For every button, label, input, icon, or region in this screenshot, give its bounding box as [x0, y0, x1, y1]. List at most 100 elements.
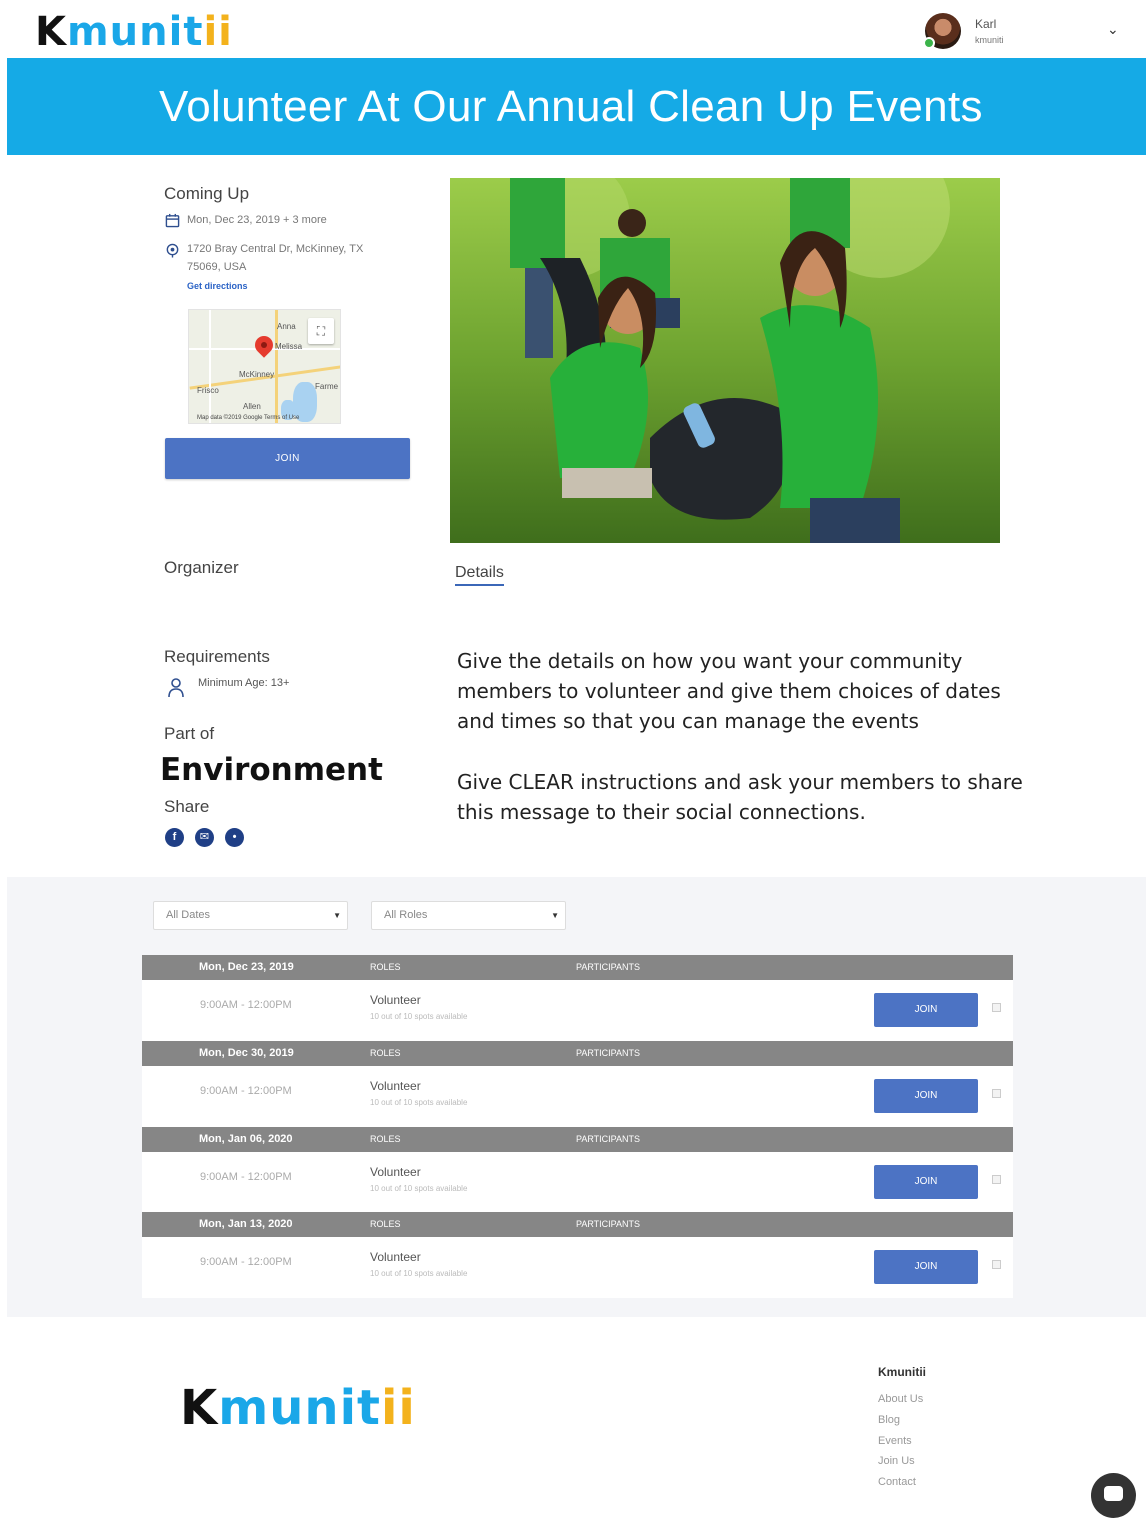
facebook-icon[interactable]: f: [165, 828, 184, 847]
dates-filter-select[interactable]: All Dates ▼: [153, 901, 348, 930]
roles-filter-select[interactable]: All Roles ▼: [371, 901, 566, 930]
messenger-icon[interactable]: ✉: [195, 828, 214, 847]
part-of-label: Part of: [164, 724, 215, 743]
twitter-icon[interactable]: •: [225, 828, 244, 847]
category-name[interactable]: Environment: [160, 752, 383, 788]
map-label: Frisco: [197, 386, 219, 395]
event-address-line2: 75069, USA: [187, 261, 247, 273]
page: Kmunitii Karl kmuniti ⌄ Volunteer At Our…: [0, 0, 1146, 1518]
shift-role: Volunteer: [370, 1250, 421, 1264]
caret-down-icon: ▼: [333, 911, 341, 920]
header-logo[interactable]: Kmunitii: [35, 10, 233, 54]
description-paragraph: Give CLEAR instructions and ask your mem…: [457, 770, 1023, 824]
event-address-line1: 1720 Bray Central Dr, McKinney, TX: [187, 243, 364, 255]
schedule-group: Mon, Jan 13, 2020 ROLES PARTICIPANTS 9:0…: [142, 1212, 1013, 1298]
map-label: McKinney: [239, 370, 275, 379]
coming-up-label: Coming Up: [164, 184, 250, 203]
description-paragraph: Give the details on how you want your co…: [457, 649, 1001, 733]
join-shift-button[interactable]: JOIN: [874, 1250, 978, 1284]
join-shift-button[interactable]: JOIN: [874, 1165, 978, 1199]
dates-filter-value: All Dates: [166, 909, 211, 921]
map-label: Melissa: [275, 342, 303, 351]
top-bar: Kmunitii Karl kmuniti ⌄: [7, 4, 1146, 58]
map-marker-icon[interactable]: [251, 332, 277, 358]
footer-link-about[interactable]: About Us: [878, 1393, 923, 1405]
map-label: Allen: [243, 402, 261, 411]
map-attribution: Map data ©2019 Google Terms of Use: [197, 415, 300, 421]
schedule-section: All Dates ▼ All Roles ▼ Mon, Dec 23, 201…: [7, 877, 1146, 1317]
join-shift-button[interactable]: JOIN: [874, 1079, 978, 1113]
location-pin-icon: [166, 243, 179, 258]
event-photo: [450, 178, 1000, 543]
user-org: kmuniti: [975, 35, 1004, 45]
shift-time: 9:00AM - 12:00PM: [200, 1171, 292, 1183]
schedule-row: 9:00AM - 12:00PM Volunteer 10 out of 10 …: [142, 1152, 1013, 1213]
event-map[interactable]: Anna Melissa McKinney Frisco Farme Allen…: [188, 309, 341, 424]
get-directions-link[interactable]: Get directions: [187, 281, 248, 291]
shift-role: Volunteer: [370, 993, 421, 1007]
roles-filter-value: All Roles: [384, 909, 428, 921]
tab-details[interactable]: Details: [455, 564, 504, 586]
shift-checkbox[interactable]: [992, 1175, 1001, 1184]
map-road: [209, 310, 211, 423]
shift-role: Volunteer: [370, 1165, 421, 1179]
shift-time: 9:00AM - 12:00PM: [200, 999, 292, 1011]
schedule-date: Mon, Jan 06, 2020: [199, 1133, 293, 1145]
roles-header: ROLES: [370, 962, 401, 972]
shift-checkbox[interactable]: [992, 1003, 1001, 1012]
schedule-date: Mon, Dec 23, 2019: [199, 961, 294, 973]
map-label: Farme: [315, 382, 339, 391]
shift-role: Volunteer: [370, 1079, 421, 1093]
user-name: Karl: [975, 17, 997, 31]
shift-spots: 10 out of 10 spots available: [370, 1012, 468, 1021]
footer-column-title: Kmunitii: [878, 1365, 926, 1379]
schedule-date: Mon, Jan 13, 2020: [199, 1218, 293, 1230]
volunteers-image: [450, 178, 1000, 543]
schedule-group: Mon, Dec 30, 2019 ROLES PARTICIPANTS 9:0…: [142, 1041, 1013, 1127]
footer-link-blog[interactable]: Blog: [878, 1414, 900, 1426]
footer-link-contact[interactable]: Contact: [878, 1476, 916, 1488]
schedule-group-header: Mon, Dec 23, 2019 ROLES PARTICIPANTS: [142, 955, 1013, 980]
shift-time: 9:00AM - 12:00PM: [200, 1256, 292, 1268]
schedule-row: 9:00AM - 12:00PM Volunteer 10 out of 10 …: [142, 1066, 1013, 1127]
map-label: Anna: [277, 322, 296, 331]
schedule-group-header: Mon, Jan 06, 2020 ROLES PARTICIPANTS: [142, 1127, 1013, 1152]
calendar-icon: [165, 213, 180, 228]
schedule-date: Mon, Dec 30, 2019: [199, 1047, 294, 1059]
user-menu[interactable]: Karl kmuniti ⌄: [923, 13, 1135, 53]
schedule-group-header: Mon, Dec 30, 2019 ROLES PARTICIPANTS: [142, 1041, 1013, 1066]
join-shift-button[interactable]: JOIN: [874, 993, 978, 1027]
page-title: Volunteer At Our Annual Clean Up Events: [159, 82, 983, 131]
shift-checkbox[interactable]: [992, 1089, 1001, 1098]
minimum-age: Minimum Age: 13+: [198, 677, 290, 689]
shift-time: 9:00AM - 12:00PM: [200, 1085, 292, 1097]
shift-spots: 10 out of 10 spots available: [370, 1098, 468, 1107]
chevron-down-icon[interactable]: ⌄: [1107, 21, 1119, 38]
schedule-group: Mon, Jan 06, 2020 ROLES PARTICIPANTS 9:0…: [142, 1127, 1013, 1213]
shift-spots: 10 out of 10 spots available: [370, 1184, 468, 1193]
participants-header: PARTICIPANTS: [576, 962, 641, 972]
share-label: Share: [164, 797, 210, 816]
shift-checkbox[interactable]: [992, 1260, 1001, 1269]
requirements-label: Requirements: [164, 647, 270, 666]
footer-logo[interactable]: Kmunitii: [180, 1380, 416, 1436]
footer-link-join[interactable]: Join Us: [878, 1455, 915, 1467]
participants-header: PARTICIPANTS: [576, 1134, 641, 1144]
event-date: Mon, Dec 23, 2019 + 3 more: [187, 214, 327, 226]
caret-down-icon: ▼: [551, 911, 559, 920]
person-icon: [168, 678, 184, 698]
organizer-label: Organizer: [164, 558, 239, 577]
schedule-group-header: Mon, Jan 13, 2020 ROLES PARTICIPANTS: [142, 1212, 1013, 1237]
event-description: Give the details on how you want your co…: [457, 646, 1027, 858]
schedule-row: 9:00AM - 12:00PM Volunteer 10 out of 10 …: [142, 1237, 1013, 1298]
shift-spots: 10 out of 10 spots available: [370, 1269, 468, 1278]
fullscreen-icon[interactable]: ⛶: [308, 318, 334, 344]
footer-link-events[interactable]: Events: [878, 1435, 912, 1447]
schedule-row: 9:00AM - 12:00PM Volunteer 10 out of 10 …: [142, 980, 1013, 1041]
participants-header: PARTICIPANTS: [576, 1219, 641, 1229]
title-banner: Volunteer At Our Annual Clean Up Events: [7, 58, 1146, 155]
participants-header: PARTICIPANTS: [576, 1048, 641, 1058]
join-event-button[interactable]: JOIN: [165, 438, 410, 479]
schedule-group: Mon, Dec 23, 2019 ROLES PARTICIPANTS 9:0…: [142, 955, 1013, 1041]
chat-icon[interactable]: [1091, 1473, 1136, 1518]
